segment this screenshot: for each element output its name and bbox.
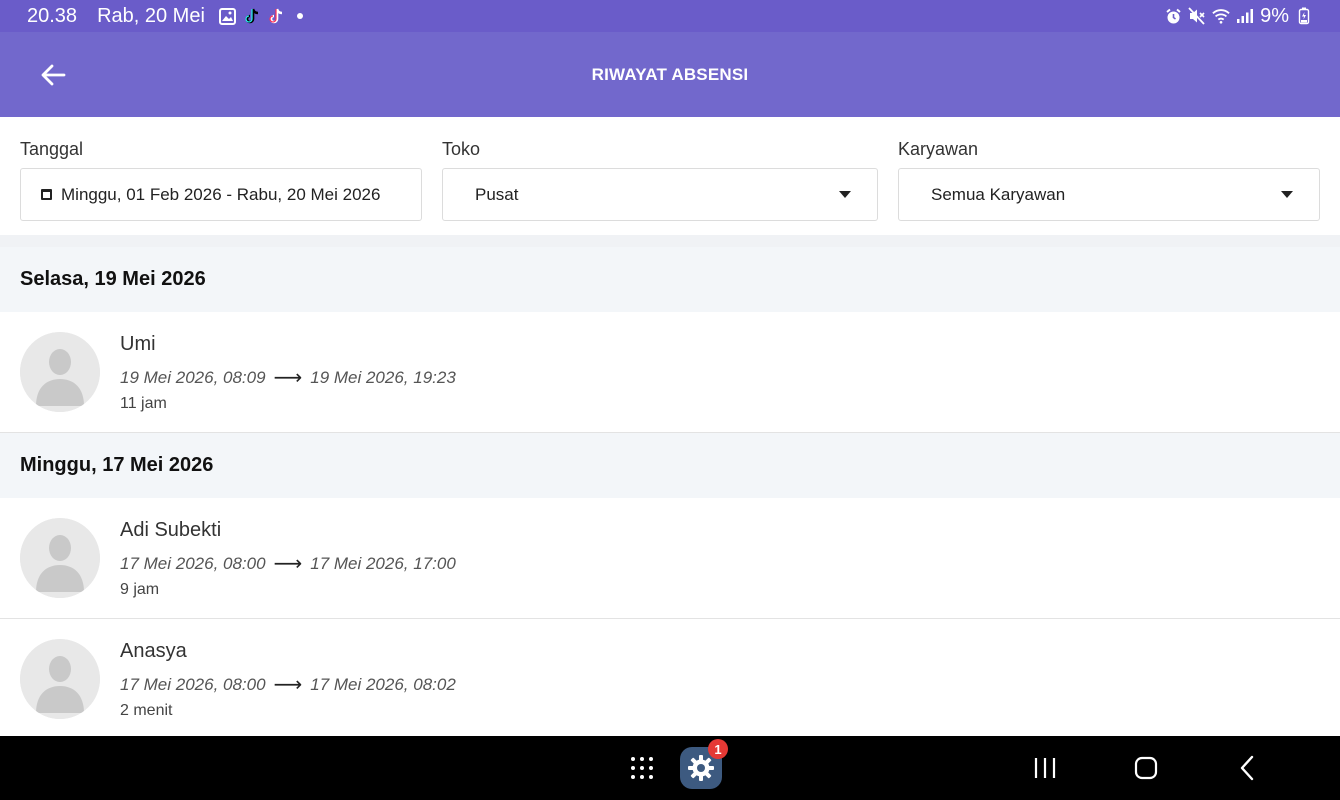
work-duration: 2 menit <box>120 702 173 719</box>
store-value: Pusat <box>475 184 519 204</box>
date-range-picker[interactable]: Minggu, 01 Feb 2026 - Rabu, 20 Mei 2026 <box>20 168 422 221</box>
employee-dropdown[interactable]: Semua Karyawan <box>898 168 1320 221</box>
battery-percent: 9% <box>1260 4 1289 27</box>
person-placeholder-icon <box>20 518 100 598</box>
arrow-left-icon <box>41 64 66 86</box>
filter-bar: Tanggal Minggu, 01 Feb 2026 - Rabu, 20 M… <box>0 117 1340 235</box>
notification-icons <box>219 7 309 25</box>
system-back-button[interactable] <box>1234 754 1260 782</box>
apps-grid-icon <box>631 757 653 779</box>
recent-apps-button[interactable] <box>1030 754 1060 782</box>
calendar-icon <box>41 189 52 200</box>
chevron-left-icon <box>1240 755 1254 781</box>
more-notifications-dot-icon <box>291 7 309 25</box>
check-out-time: 17 Mei 2026, 08:02 <box>310 674 456 694</box>
employee-name: Umi <box>120 333 156 355</box>
status-date: Rab, 20 Mei <box>97 4 205 27</box>
navigation-bar: 1 <box>0 736 1340 800</box>
recents-icon <box>1034 758 1056 778</box>
work-duration: 9 jam <box>120 581 160 598</box>
store-dropdown[interactable]: Pusat <box>442 168 878 221</box>
app-bar: RIWAYAT ABSENSI <box>0 32 1340 117</box>
check-out-time: 19 Mei 2026, 19:23 <box>310 367 456 387</box>
arrow-right-icon: ⟶ <box>273 553 303 575</box>
tiktok-icon <box>243 7 261 25</box>
app-drawer-button[interactable] <box>626 752 658 784</box>
avatar <box>20 518 100 598</box>
home-icon <box>1134 756 1158 780</box>
date-group-header: Minggu, 17 Mei 2026 <box>0 433 1340 498</box>
check-in-time: 19 Mei 2026, 08:09 <box>120 367 266 387</box>
time-range: 17 Mei 2026, 08:00 ⟶ 17 Mei 2026, 17:00 <box>120 551 456 576</box>
check-out-time: 17 Mei 2026, 17:00 <box>310 553 456 573</box>
status-bar: 20.38 Rab, 20 Mei 9% <box>0 0 1340 32</box>
attendance-row[interactable]: Adi Subekti 17 Mei 2026, 08:00 ⟶ 17 Mei … <box>0 498 1340 619</box>
date-filter-label: Tanggal <box>20 139 84 159</box>
alarm-icon <box>1164 7 1182 25</box>
time-range: 17 Mei 2026, 08:00 ⟶ 17 Mei 2026, 08:02 <box>120 672 456 697</box>
mute-icon <box>1188 7 1206 25</box>
arrow-right-icon: ⟶ <box>273 367 303 389</box>
dropdown-caret-icon <box>839 191 851 198</box>
battery-charging-icon <box>1295 7 1313 25</box>
avatar <box>20 332 100 412</box>
system-icons: 9% <box>1164 5 1313 28</box>
date-group-header: Selasa, 19 Mei 2026 <box>0 247 1340 312</box>
section-divider <box>0 235 1340 247</box>
signal-icon <box>1236 7 1254 25</box>
wifi-icon <box>1212 7 1230 25</box>
arrow-right-icon: ⟶ <box>273 674 303 696</box>
avatar <box>20 639 100 719</box>
back-button[interactable] <box>38 60 68 90</box>
page-title: RIWAYAT ABSENSI <box>591 64 749 84</box>
person-placeholder-icon <box>20 639 100 719</box>
home-button[interactable] <box>1132 754 1160 782</box>
gallery-icon <box>219 7 237 25</box>
attendance-row[interactable]: Anasya 17 Mei 2026, 08:00 ⟶ 17 Mei 2026,… <box>0 619 1340 740</box>
check-in-time: 17 Mei 2026, 08:00 <box>120 553 266 573</box>
gear-icon <box>688 755 714 781</box>
person-placeholder-icon <box>20 332 100 412</box>
employee-filter-label: Karyawan <box>898 139 979 159</box>
store-filter-label: Toko <box>442 139 481 159</box>
employee-name: Adi Subekti <box>120 519 222 541</box>
check-in-time: 17 Mei 2026, 08:00 <box>120 674 266 694</box>
settings-app-button[interactable]: 1 <box>680 739 728 789</box>
status-time: 20.38 <box>27 4 78 27</box>
time-range: 19 Mei 2026, 08:09 ⟶ 19 Mei 2026, 19:23 <box>120 365 456 390</box>
dropdown-caret-icon <box>1281 191 1293 198</box>
attendance-row[interactable]: Umi 19 Mei 2026, 08:09 ⟶ 19 Mei 2026, 19… <box>0 312 1340 433</box>
notification-badge: 1 <box>708 739 728 759</box>
employee-value: Semua Karyawan <box>931 184 1066 204</box>
work-duration: 11 jam <box>120 395 167 412</box>
tiktok-lite-icon <box>267 7 285 25</box>
employee-name: Anasya <box>120 640 187 662</box>
date-range-value: Minggu, 01 Feb 2026 - Rabu, 20 Mei 2026 <box>61 184 381 204</box>
